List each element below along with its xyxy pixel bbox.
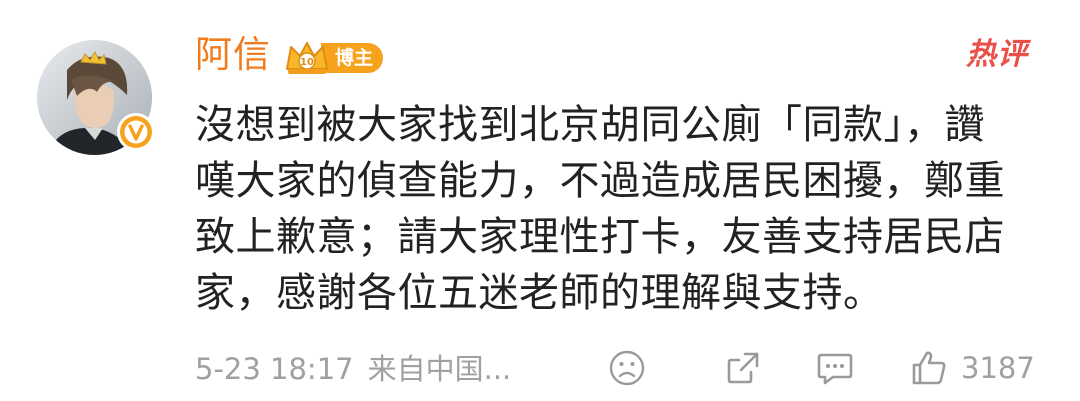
hot-comment-label: 热评 <box>966 37 1028 72</box>
comment-icon <box>814 348 856 388</box>
comment-meta: 5-23 18:17 来自中国... <box>195 349 511 389</box>
comment-card: 阿信 10 博主 热评 沒想到被大家找到北京胡同公廁「同款」，讚 嘆大家的偵查能… <box>0 0 1080 401</box>
emoji-face-icon <box>607 348 647 388</box>
like-count: 3187 <box>961 351 1035 385</box>
timestamp: 5-23 18:17 <box>195 352 354 386</box>
emoji-react-button[interactable] <box>607 345 647 391</box>
source-label: 来自中国... <box>367 352 512 386</box>
share-icon <box>723 348 763 388</box>
blogger-badge[interactable]: 10 博主 <box>283 38 384 78</box>
verified-v-icon <box>116 112 156 152</box>
comment-button[interactable] <box>814 345 856 391</box>
username-link[interactable]: 阿信 <box>195 30 271 80</box>
share-button[interactable] <box>723 345 763 391</box>
thumbs-up-icon <box>909 348 949 388</box>
comment-footer: 5-23 18:17 来自中国... 3187 <box>195 345 1050 391</box>
avatar-container[interactable] <box>37 40 158 161</box>
like-button[interactable]: 3187 <box>909 345 1035 391</box>
comment-text: 沒想到被大家找到北京胡同公廁「同款」，讚 嘆大家的偵查能力，不過造成居民困擾，鄭… <box>195 102 1005 316</box>
svg-text:10: 10 <box>300 57 314 68</box>
crown-icon: 10 <box>283 39 331 77</box>
